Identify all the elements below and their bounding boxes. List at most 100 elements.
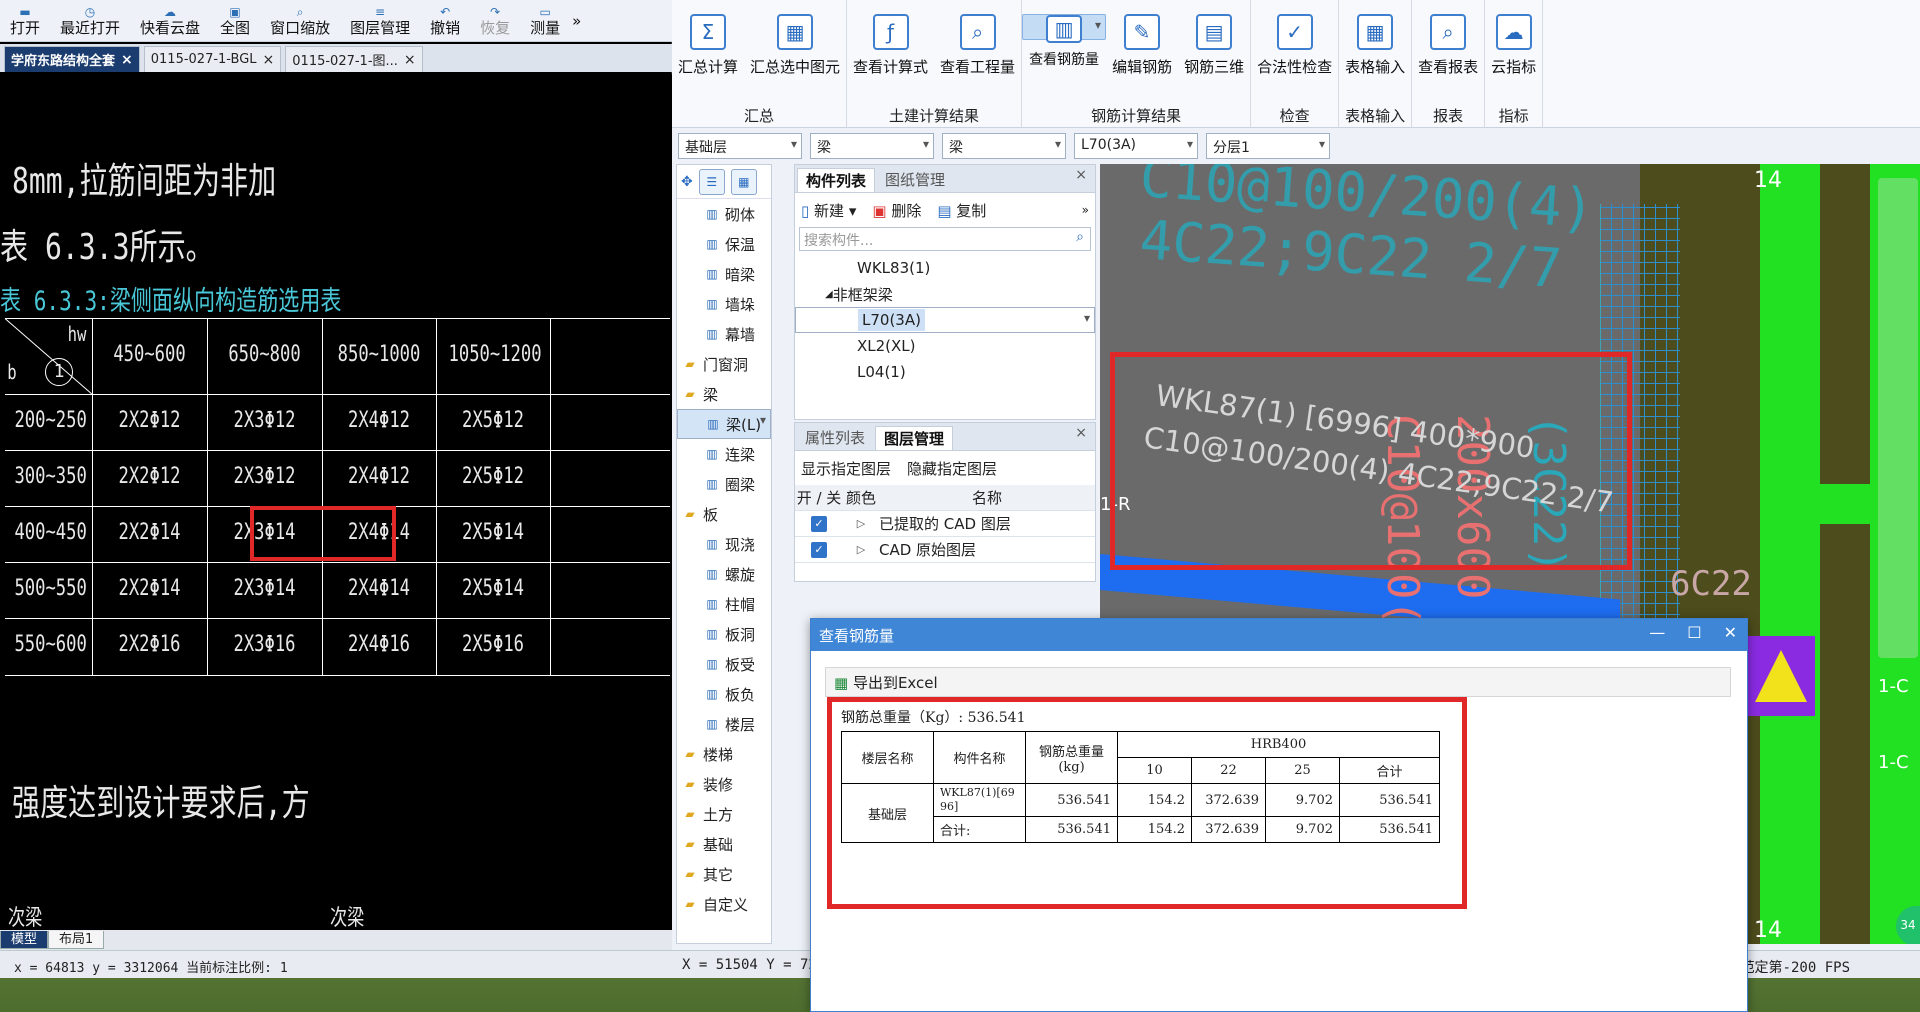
nav-item[interactable]: ▰ 板 [677,499,771,529]
tab-drawing-management[interactable]: 图纸管理 [877,168,953,192]
type-select[interactable]: 梁 [942,133,1066,159]
nav-item[interactable]: ▥ 楼层 [677,709,771,739]
close-icon[interactable]: × [121,52,133,68]
expand-arrow-icon[interactable]: ▷ [843,543,879,556]
rebar-3d-button[interactable]: ▤ 钢筋三维 [1178,14,1250,104]
floor-select[interactable]: 基础层 [678,133,802,159]
close-icon[interactable]: ✕ [1724,623,1737,642]
layout-tab[interactable]: 布局1 [48,931,105,949]
fit-all-button[interactable]: ▣ 全图 [210,0,260,42]
open-button[interactable]: ▬ 打开 [0,0,50,42]
minimize-icon[interactable]: — [1649,623,1665,642]
nav-item[interactable]: ▥ 圈梁 [677,469,771,499]
checkbox-checked[interactable]: ✓ [811,541,827,558]
layer-row[interactable]: ✓ ▷ 已提取的 CAD 图层 [795,511,1095,537]
list-view-icon[interactable]: ☰ [698,168,725,195]
cloud-button[interactable]: ☁ 快看云盘 [130,0,210,42]
nav-item[interactable]: ▰ 楼梯 [677,739,771,769]
check-button[interactable]: ✓ 合法性检查 [1251,14,1338,104]
file-tab-1[interactable]: 0115-027-1-BGL × [143,46,282,72]
model-tab[interactable]: 模型 [0,931,49,949]
summary-button[interactable]: ▦ 汇总选中图元 [744,14,846,104]
tab-component-list[interactable]: 构件列表 [797,168,876,192]
nav-item[interactable]: ▥ 砌体 [677,199,771,229]
layer-select[interactable]: 分层1 [1206,133,1330,159]
search-icon[interactable]: ⌕ [1076,229,1084,245]
header-d22: 22 [1191,757,1266,784]
component-tree-item[interactable]: WKL83(1) [795,255,1095,281]
fit-icon: ▣ [229,5,241,19]
nav-item[interactable]: ▰ 其它 [677,859,771,889]
component-tree-item[interactable]: XL2(XL) [795,333,1095,359]
export-excel-button[interactable]: ▦ 导出到Excel [834,672,938,693]
layer-manager-button[interactable]: ≡ 图层管理 [340,0,420,42]
rebar-view-button[interactable]: ▥ 查看钢筋量 [1022,14,1107,68]
expand-icon[interactable]: » [1082,203,1089,217]
nav-item[interactable]: ▰ 梁 [677,379,771,409]
pin-icon[interactable]: ✥ [681,174,693,190]
expand-arrow-icon[interactable]: ▷ [843,517,879,530]
table-input-button[interactable]: ▦ 表格输入 [1339,14,1411,104]
nav-item[interactable]: ▰ 门窗洞 [677,349,771,379]
nav-item[interactable]: ▥ 墙垛 [677,289,771,319]
copy-button[interactable]: ▤ 复制 [937,200,986,221]
rebar-edit-button[interactable]: ✎ 编辑钢筋 [1106,14,1178,104]
nav-item[interactable]: ▥ 板负 [677,679,771,709]
formula-button[interactable]: ƒ 查看计算式 [847,14,934,104]
close-icon[interactable]: × [263,52,275,68]
view-tools-strip[interactable] [1878,178,1918,658]
component-search-input[interactable]: 搜索构件... ⌕ [799,227,1091,251]
file-tab-0[interactable]: 学府东路结构全套 × [4,46,140,72]
nav-item[interactable]: ▥ 连梁 [677,439,771,469]
category-select[interactable]: 梁 [810,133,934,159]
summary-icon: ▦ [777,14,814,50]
new-button[interactable]: ▯ 新建 ▾ [801,200,856,221]
cad-drawing-canvas[interactable]: 8mm,拉筋间距为非加 表 6.3.3所示。 表 6.3.3:梁侧面纵向构造筋选… [0,74,672,930]
cloud-button[interactable]: ☁ 云指标 [1485,14,1542,104]
grid-view-icon[interactable]: ▦ [730,168,757,195]
recent-button[interactable]: ◷ 最近打开 [50,0,130,42]
nav-item[interactable]: ▥ 暗梁 [677,259,771,289]
close-icon[interactable]: × [1075,425,1087,441]
tab-property-list[interactable]: 属性列表 [797,426,873,450]
hide-layer-button[interactable]: 隐藏指定图层 [907,458,997,479]
nav-item[interactable]: ▥ 柱帽 [677,589,771,619]
delete-button[interactable]: ▣ 删除 [872,200,921,221]
quantity-button[interactable]: ⌕ 查看工程量 [934,14,1021,104]
measure-button[interactable]: ▭ 测量 [520,0,570,42]
nav-item[interactable]: ▥ 板受 [677,649,771,679]
maximize-icon[interactable]: ☐ [1687,623,1701,642]
nav-item[interactable]: ▥ 幕墙 [677,319,771,349]
close-icon[interactable]: × [404,52,416,68]
layer-row[interactable]: ✓ ▷ CAD 原始图层 [795,537,1095,563]
table-cell: 2X3Φ16 [233,632,296,657]
nav-item[interactable]: ▰ 基础 [677,829,771,859]
window-zoom-button[interactable]: ⌕ 窗口缩放 [260,0,340,42]
component-label: L70(3A) [858,309,925,331]
more-icon[interactable]: » [570,0,583,42]
tab-layer-management[interactable]: 图层管理 [875,426,954,450]
component-select[interactable]: L70(3A) [1074,133,1198,159]
checkbox-checked[interactable]: ✓ [811,515,827,532]
show-layer-button[interactable]: 显示指定图层 [801,458,891,479]
nav-item[interactable]: ▥ 现浇 [677,529,771,559]
report-button[interactable]: ⌕ 查看报表 [1412,14,1484,104]
nav-item[interactable]: ▰ 装修 [677,769,771,799]
nav-item[interactable]: ▥ 梁(L) [677,409,771,439]
rebar-edit-icon: ✎ [1124,14,1161,50]
undo-button[interactable]: ↶ 撤销 [420,0,470,42]
redo-button[interactable]: ↷ 恢复 [470,0,520,42]
collapse-arrow-icon[interactable]: ◢ [825,289,833,300]
nav-item[interactable]: ▰ 自定义 [677,889,771,919]
component-tree-item[interactable]: L70(3A) [795,307,1095,333]
ribbon-group-buttons: ▥ 查看钢筋量 ✎ 编辑钢筋 ▤ 钢筋三维 [1022,0,1250,104]
nav-item[interactable]: ▥ 螺旋 [677,559,771,589]
nav-item[interactable]: ▥ 保温 [677,229,771,259]
close-icon[interactable]: × [1075,167,1087,183]
nav-item[interactable]: ▰ 土方 [677,799,771,829]
nav-item[interactable]: ▥ 板洞 [677,619,771,649]
component-tree-item[interactable]: ◢ 非框架梁 [795,281,1095,307]
file-tab-2[interactable]: 0115-027-1-图... × [285,46,423,72]
component-tree-item[interactable]: L04(1) [795,359,1095,385]
sigma-button[interactable]: Σ 汇总计算 [672,14,744,104]
